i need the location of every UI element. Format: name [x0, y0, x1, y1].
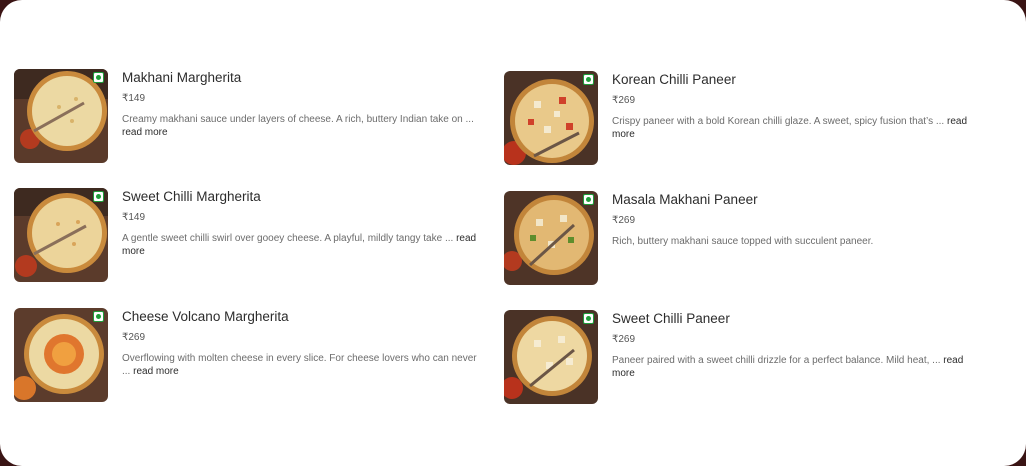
item-description: Creamy makhani sauce under layers of che… — [122, 113, 484, 139]
item-description-text: Creamy makhani sauce under layers of che… — [122, 114, 474, 125]
pizza-image[interactable] — [504, 191, 598, 285]
read-more-link[interactable]: read more — [122, 127, 168, 138]
read-more-link[interactable]: read more — [133, 366, 179, 377]
menu-item-korean-chilli-paneer[interactable]: Korean Chilli Paneer ₹269 Crispy paneer … — [504, 71, 974, 165]
item-description: Overflowing with molten cheese in every … — [122, 352, 484, 378]
veg-indicator-icon — [583, 313, 594, 324]
item-name: Masala Makhani Paneer — [612, 192, 758, 207]
item-description: Paneer paired with a sweet chilli drizzl… — [612, 354, 974, 380]
item-price: ₹149 — [122, 93, 146, 104]
item-name: Sweet Chilli Margherita — [122, 189, 261, 204]
pizza-image[interactable] — [14, 188, 108, 282]
pizza-image[interactable] — [504, 310, 598, 404]
pizza-image[interactable] — [504, 71, 598, 165]
menu-item-sweet-chilli-paneer[interactable]: Sweet Chilli Paneer ₹269 Paneer paired w… — [504, 310, 974, 404]
item-price: ₹269 — [612, 334, 636, 345]
item-price: ₹269 — [612, 215, 636, 226]
item-description: Crispy paneer with a bold Korean chilli … — [612, 115, 974, 141]
item-name: Korean Chilli Paneer — [612, 72, 736, 87]
item-description: Rich, buttery makhani sauce topped with … — [612, 235, 974, 248]
menu-item-sweet-chilli-margherita[interactable]: Sweet Chilli Margherita ₹149 A gentle sw… — [14, 188, 484, 282]
menu-card: Makhani Margherita ₹149 Creamy makhani s… — [0, 0, 1026, 466]
pizza-image[interactable] — [14, 69, 108, 163]
item-description-text: Rich, buttery makhani sauce topped with … — [612, 236, 874, 247]
menu-item-cheese-volcano-margherita[interactable]: Cheese Volcano Margherita ₹269 Overflowi… — [14, 308, 484, 402]
item-name: Sweet Chilli Paneer — [612, 311, 730, 326]
item-description-text: A gentle sweet chilli swirl over gooey c… — [122, 233, 454, 244]
item-description-text: Crispy paneer with a bold Korean chilli … — [612, 116, 945, 127]
item-price: ₹269 — [612, 95, 636, 106]
menu-item-masala-makhani-paneer[interactable]: Masala Makhani Paneer ₹269 Rich, buttery… — [504, 191, 974, 285]
veg-indicator-icon — [583, 74, 594, 85]
veg-indicator-icon — [583, 194, 594, 205]
item-description-text: Paneer paired with a sweet chilli drizzl… — [612, 355, 941, 366]
veg-indicator-icon — [93, 72, 104, 83]
item-price: ₹269 — [122, 332, 146, 343]
veg-indicator-icon — [93, 191, 104, 202]
pizza-image[interactable] — [14, 308, 108, 402]
veg-indicator-icon — [93, 311, 104, 322]
item-name: Cheese Volcano Margherita — [122, 309, 289, 324]
menu-item-makhani-margherita[interactable]: Makhani Margherita ₹149 Creamy makhani s… — [14, 69, 484, 163]
item-name: Makhani Margherita — [122, 70, 242, 85]
item-price: ₹149 — [122, 212, 146, 223]
item-description: A gentle sweet chilli swirl over gooey c… — [122, 232, 484, 258]
